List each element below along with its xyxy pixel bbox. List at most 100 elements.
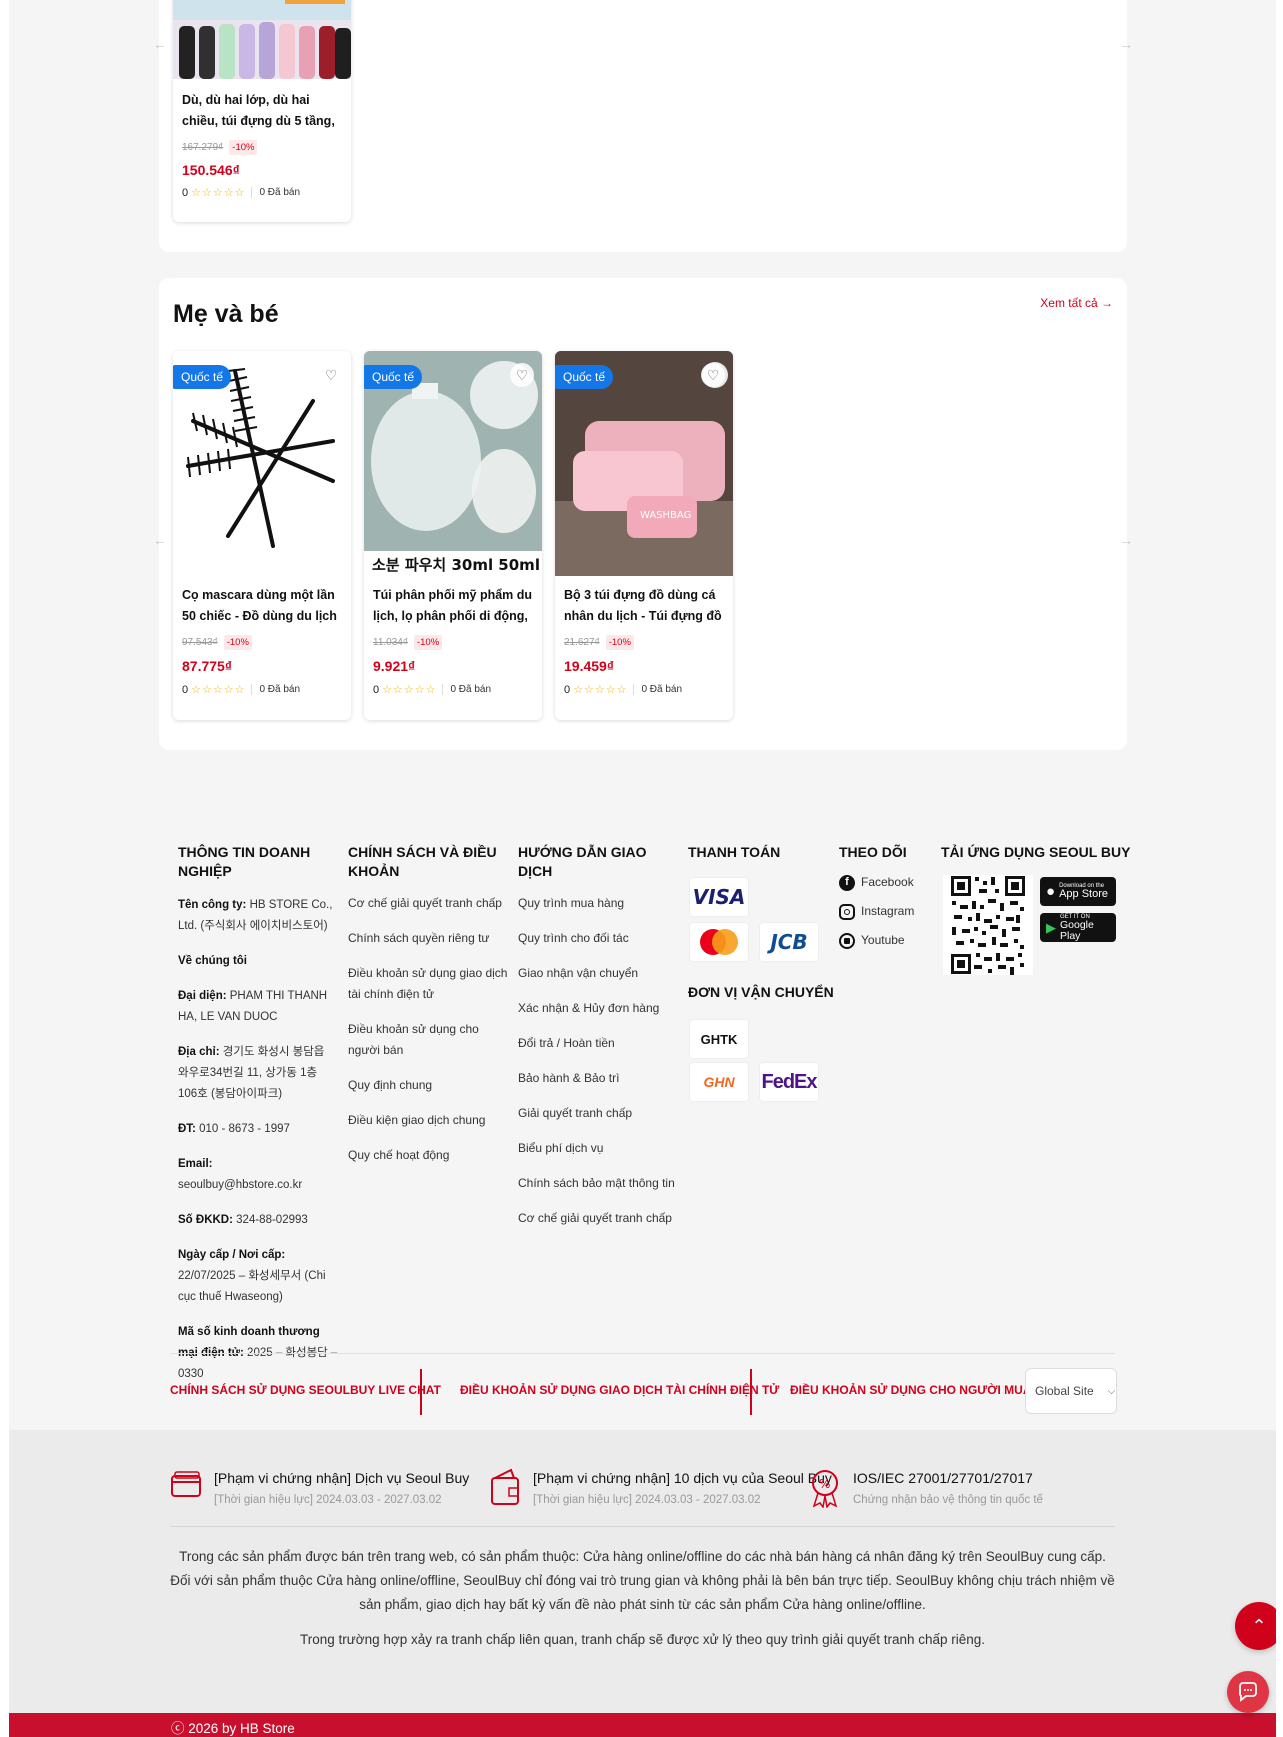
company-name: Tên công ty: HB STORE Co., Ltd. (주식회사 에이… [178, 899, 333, 932]
payment-column: THANH TOÁN VISA JCB ĐƠN VỊ VẬN CHUYỂN GH… [688, 843, 838, 1103]
rating-value: 0 [182, 186, 189, 199]
international-badge: Quốc tế [173, 365, 232, 389]
cert-subtitle: Chứng nhận bảo vệ thông tin quốc tế [853, 1494, 1043, 1506]
payment-heading: THANH TOÁN [688, 844, 781, 860]
app-heading: TẢI ỨNG DỤNG SEOUL BUY [941, 844, 1131, 860]
heart-icon[interactable]: ♡ [701, 363, 725, 387]
certification-item: [Phạm vi chứng nhận] 10 dịch vụ của Seou… [489, 1468, 832, 1510]
instagram-icon [839, 903, 855, 920]
guide-link[interactable]: Giao nhận vận chuyển [518, 963, 678, 984]
product-image-text: 소분 파우치 30ml 50ml 100ml [372, 556, 542, 574]
carousel-prev-arrow[interactable]: ← [147, 31, 173, 57]
visa-icon: VISA [690, 878, 748, 916]
chevron-down-icon: ⌵ [1107, 1385, 1116, 1397]
product-meta: 0 ☆☆☆☆☆ 0 Đã bán [373, 683, 492, 697]
guide-link[interactable]: Quy trình cho đối tác [518, 928, 678, 949]
link-divider [750, 1369, 752, 1415]
youtube-icon [839, 932, 855, 949]
cert-subtitle: [Thời gian hiệu lực] 2024.03.03 - 2027.0… [533, 1494, 761, 1506]
meta-divider [442, 684, 444, 695]
product-title: Cọ mascara dùng một lần 50 chiếc - Đồ dù… [182, 588, 337, 623]
product-old-price-row: 97.543₫ -10% [182, 635, 252, 650]
scroll-to-top-button[interactable]: ⌃ [1235, 1602, 1276, 1650]
guide-link[interactable]: Bảo hành & Bảo trì [518, 1068, 678, 1089]
product-old-price: 97.543₫ [182, 637, 218, 648]
fedex-icon: FedEx [760, 1063, 818, 1101]
copyright-text: ⓒ 2026 by HB Store [171, 1721, 295, 1736]
rating-value: 0 [182, 683, 189, 696]
facebook-icon: f [839, 874, 855, 891]
google-play-button[interactable]: ▶ GET IT ON Google Play [1040, 913, 1116, 942]
link-divider [420, 1369, 422, 1415]
policy-heading: CHÍNH SÁCH VÀ ĐIỀU KHOẢN [348, 844, 497, 879]
product-card[interactable]: Quốc tế ♡ Cọ mascara dùng một lần 50 chi… [173, 351, 351, 720]
see-all-link[interactable]: Xem tất cả → [1040, 296, 1113, 310]
product-card[interactable]: WASHBAG Quốc tế ♡ Bộ 3 túi đựng đồ dùng … [555, 351, 733, 720]
policy-link[interactable]: Quy chế hoạt động [348, 1145, 508, 1166]
discount-badge: -10% [223, 635, 252, 650]
shipping-heading: ĐƠN VỊ VẬN CHUYỂN [688, 984, 834, 1000]
guide-link[interactable]: Quy trình mua hàng [518, 893, 678, 914]
policy-link[interactable]: Điều kiện giao dịch chung [348, 1110, 508, 1131]
discount-badge: -10% [229, 140, 258, 155]
company-info-column: THÔNG TIN DOANH NGHIỆP Tên công ty: HB S… [178, 843, 338, 1399]
e-finance-terms-link[interactable]: ĐIỀU KHOẢN SỬ DỤNG GIAO DỊCH TÀI CHÍNH Đ… [460, 1383, 779, 1397]
section-title: Mẹ và bé [173, 300, 279, 328]
global-site-select[interactable]: Global Site ⌵ [1025, 1368, 1117, 1414]
guide-link[interactable]: Biểu phí dịch vụ [518, 1138, 678, 1159]
buyer-terms-link[interactable]: ĐIỀU KHOẢN SỬ DỤNG CHO NGƯỜI MUA [790, 1383, 1031, 1397]
svg-text:%: % [819, 1477, 830, 1491]
sold-count: 0 Đã bán [259, 684, 301, 695]
instagram-link[interactable]: Instagram [839, 901, 929, 922]
product-title: Bộ 3 túi đựng đồ dùng cá nhân du lịch - … [564, 588, 722, 623]
meta-divider [251, 187, 253, 198]
qr-code [943, 875, 1033, 975]
policy-link[interactable]: Quy định chung [348, 1075, 508, 1096]
product-old-price: 167.279₫ [182, 142, 224, 153]
carousel-prev-arrow[interactable]: ← [147, 527, 173, 553]
chevron-up-icon: ⌃ [1251, 1615, 1267, 1636]
guide-link[interactable]: Đổi trả / Hoàn tiền [518, 1033, 678, 1054]
carousel-next-arrow[interactable]: → [1113, 31, 1139, 57]
certification-divider [170, 1526, 1115, 1527]
company-address: Địa chỉ: 경기도 화성시 봉담읍 와우로34번길 11, 상가동 1층 … [178, 1046, 325, 1100]
product-card[interactable]: Dù, dù hai lớp, dù hai chiều, túi đựng d… [173, 0, 351, 222]
product-old-price-row: 167.279₫ -10% [182, 140, 258, 155]
heart-icon[interactable]: ♡ [319, 363, 343, 387]
guide-link[interactable]: Chính sách bảo mật thông tin [518, 1173, 678, 1194]
company-registration: Số ĐKKD: 324-88-02993 [178, 1214, 308, 1226]
product-section-previous: ← → Dù, dù hai lớp, dù hai chiều, túi đự… [153, 0, 1133, 252]
guide-link[interactable]: Xác nhận & Hủy đơn hàng [518, 998, 678, 1019]
sold-count: 0 Đã bán [450, 684, 492, 695]
app-store-button[interactable]: ● Download on the App Store [1040, 877, 1116, 906]
policy-link[interactable]: Chính sách quyền riêng tư [348, 928, 508, 949]
guide-link[interactable]: Cơ chế giải quyết tranh chấp [518, 1208, 678, 1229]
follow-heading: THEO DÕI [839, 844, 907, 860]
product-card[interactable]: 소분 파우치 30ml 50ml 100ml Quốc tế ♡ Túi phâ… [364, 351, 542, 720]
policy-link[interactable]: Điều khoản sử dụng giao dịch tài chính đ… [348, 963, 508, 1005]
about-us-link[interactable]: Về chúng tôi [178, 951, 338, 972]
product-price: 87.775₫ [182, 658, 233, 674]
international-badge: Quốc tế [555, 365, 614, 389]
product-section-mother-baby: Mẹ và bé Xem tất cả → ← → Quốc tế ♡ Cọ m… [153, 278, 1133, 750]
guide-column: HƯỚNG DẪN GIAO DỊCH Quy trình mua hàng Q… [518, 843, 678, 1229]
facebook-link[interactable]: f Facebook [839, 872, 929, 893]
policy-link[interactable]: Điều khoản sử dụng cho người bán [348, 1019, 508, 1061]
guide-link[interactable]: Giải quyết tranh chấp [518, 1103, 678, 1124]
certification-item: [Phạm vi chứng nhận] Dịch vụ Seoul Buy [… [170, 1468, 469, 1510]
certification-item: % IOS/IEC 27001/27701/27017 Chứng nhận b… [809, 1468, 1043, 1510]
heart-icon[interactable]: ♡ [510, 363, 534, 387]
live-chat-policy-link[interactable]: CHÍNH SÁCH SỬ DỤNG SEOULBUY LIVE CHAT [170, 1383, 441, 1397]
product-price: 19.459₫ [564, 658, 615, 674]
policy-link[interactable]: Cơ chế giải quyết tranh chấp [348, 893, 508, 914]
product-title: Dù, dù hai lớp, dù hai chiều, túi đựng d… [182, 93, 335, 128]
carousel-next-arrow[interactable]: → [1113, 527, 1139, 553]
company-email: Email: seoulbuy@hbstore.co.kr [178, 1158, 303, 1191]
dispute-text: Trong trường hợp xảy ra tranh chấp liên … [299, 1632, 986, 1647]
apple-icon: ● [1046, 883, 1056, 900]
product-old-price: 21.627₫ [564, 637, 600, 648]
youtube-link[interactable]: Youtube [839, 930, 929, 951]
company-phone: ĐT: 010 - 8673 - 1997 [178, 1123, 290, 1135]
copyright-bar: ⓒ 2026 by HB Store [9, 1713, 1276, 1737]
chat-button[interactable] [1227, 1671, 1269, 1713]
